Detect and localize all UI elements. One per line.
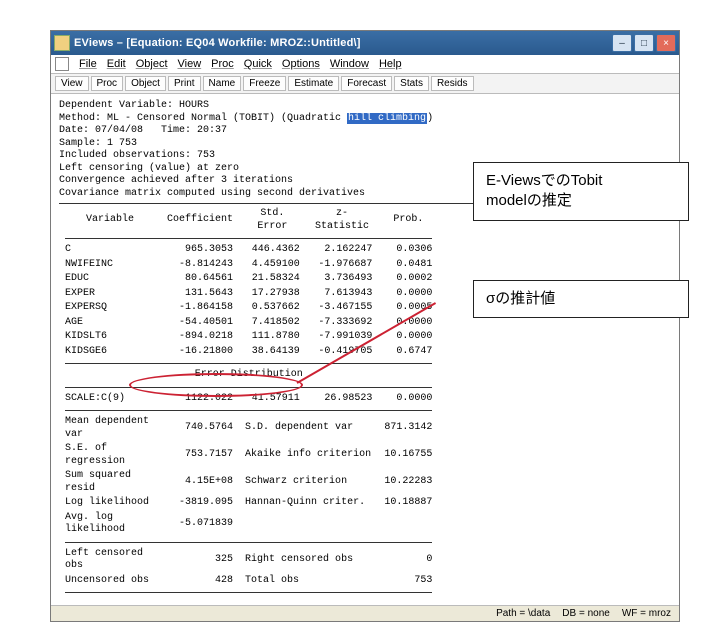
app-icon [54, 35, 70, 51]
coef-table: Variable Coefficient Std. Error z-Statis… [59, 207, 438, 597]
annotation-sigma: σの推計値 [473, 280, 689, 318]
info-depvar: Dependent Variable: HOURS [59, 100, 671, 113]
table-row: KIDSGE6-16.2180038.64139-0.4197050.6747 [59, 345, 438, 360]
stat-row: Sum squared resid4.15E+08Schwarz criteri… [59, 469, 438, 496]
minimize-button[interactable]: – [612, 34, 632, 52]
menu-view[interactable]: View [178, 58, 202, 70]
tb-resids[interactable]: Resids [431, 76, 474, 91]
toolbar: View Proc Object Print Name Freeze Estim… [51, 74, 679, 94]
stat-row: Avg. log likelihood-5.071839 [59, 511, 438, 538]
tb-object[interactable]: Object [125, 76, 166, 91]
menu-edit[interactable]: Edit [107, 58, 126, 70]
menu-quick[interactable]: Quick [244, 58, 272, 70]
highlighted-text: hill climbing [347, 113, 427, 124]
cens-row: Uncensored obs428Total obs753 [59, 574, 438, 589]
table-header: Variable Coefficient Std. Error z-Statis… [59, 207, 438, 234]
titlebar[interactable]: EViews – [Equation: EQ04 Workfile: MROZ:… [51, 31, 679, 55]
menu-file[interactable]: File [79, 58, 97, 70]
table-row: NWIFEINC-8.8142434.459100-1.9766870.0481 [59, 258, 438, 273]
cens-row: Left censored obs325Right censored obs0 [59, 547, 438, 574]
menu-window[interactable]: Window [330, 58, 369, 70]
tb-proc[interactable]: Proc [91, 76, 124, 91]
table-row: EXPER131.564317.279387.6139430.0000 [59, 287, 438, 302]
menu-proc[interactable]: Proc [211, 58, 234, 70]
status-db: DB = none [562, 608, 610, 619]
menubar: File Edit Object View Proc Quick Options… [51, 55, 679, 74]
tb-freeze[interactable]: Freeze [243, 76, 286, 91]
doc-icon [55, 57, 69, 71]
stat-row: Mean dependent var740.5764S.D. dependent… [59, 415, 438, 442]
info-method: Method: ML - Censored Normal (TOBIT) (Qu… [59, 113, 671, 126]
menu-options[interactable]: Options [282, 58, 320, 70]
status-path: Path = \data [496, 608, 550, 619]
annotation-tobit: E-ViewsでのTobit modelの推定 [473, 162, 689, 221]
tb-estimate[interactable]: Estimate [288, 76, 339, 91]
tb-forecast[interactable]: Forecast [341, 76, 392, 91]
stat-row: S.E. of regression753.7157Akaike info cr… [59, 442, 438, 469]
menu-object[interactable]: Object [136, 58, 168, 70]
output-area: Dependent Variable: HOURS Method: ML - C… [51, 94, 679, 605]
table-row: AGE-54.405017.418502-7.3336920.0000 [59, 316, 438, 331]
stat-row: Log likelihood-3819.095Hannan-Quinn crit… [59, 496, 438, 511]
tb-stats[interactable]: Stats [394, 76, 429, 91]
window-title: EViews – [Equation: EQ04 Workfile: MROZ:… [74, 37, 612, 49]
statusbar: Path = \data DB = none WF = mroz [51, 605, 679, 621]
info-obs: Included observations: 753 [59, 150, 671, 163]
table-row: C965.3053446.43622.1622470.0306 [59, 243, 438, 258]
menu-help[interactable]: Help [379, 58, 402, 70]
eviews-window: EViews – [Equation: EQ04 Workfile: MROZ:… [50, 30, 680, 622]
close-button[interactable]: × [656, 34, 676, 52]
table-row: EDUC80.6456121.583243.7364930.0002 [59, 272, 438, 287]
status-wf: WF = mroz [622, 608, 671, 619]
maximize-button[interactable]: □ [634, 34, 654, 52]
highlight-circle [129, 373, 303, 397]
tb-print[interactable]: Print [168, 76, 201, 91]
tb-name[interactable]: Name [203, 76, 242, 91]
table-row: EXPERSQ-1.8641580.537662-3.4671550.0005 [59, 301, 438, 316]
tb-view[interactable]: View [55, 76, 89, 91]
info-sample: Sample: 1 753 [59, 138, 671, 151]
info-date: Date: 07/04/08 Time: 20:37 [59, 125, 671, 138]
